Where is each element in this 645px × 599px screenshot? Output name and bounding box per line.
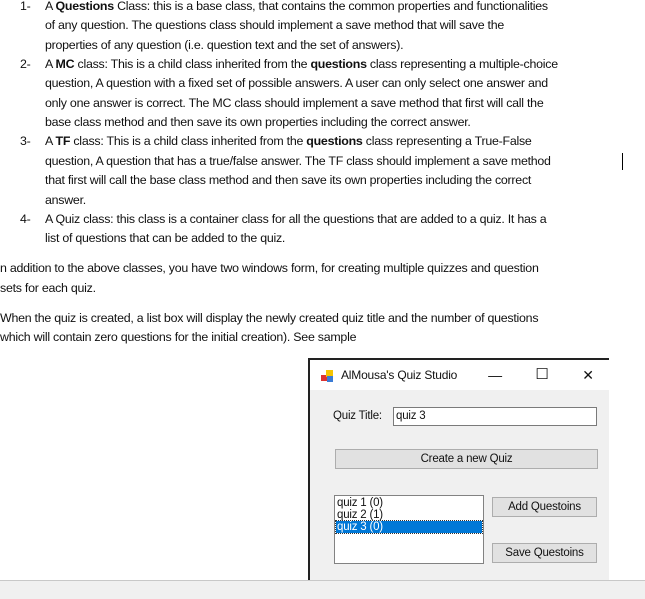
list-number: 1- <box>20 0 31 13</box>
list-item-line: of any question. The questions class sho… <box>45 16 504 35</box>
text: list of questions that can be added to t… <box>45 231 286 246</box>
bold-text: questions <box>306 134 363 149</box>
title-bar[interactable]: AlMousa's Quiz Studio — ☐ ✕ <box>310 360 609 390</box>
text: base class method and then save its own … <box>45 115 471 130</box>
list-number: 2- <box>20 57 31 72</box>
list-item-line: question, A question with a fixed set of… <box>45 74 548 93</box>
create-quiz-button[interactable]: Create a new Quiz <box>335 449 598 469</box>
paragraph-line: n addition to the above classes, you hav… <box>0 261 539 275</box>
text: question, A question with a fixed set of… <box>45 76 548 91</box>
list-item-line: A Quiz class: this class is a container … <box>45 210 547 229</box>
quiz-listbox[interactable]: quiz 1 (0) quiz 2 (1) quiz 3 (0) <box>334 495 484 564</box>
status-bar <box>0 580 645 599</box>
bold-text: questions <box>310 57 367 72</box>
text: that first will call the base class meth… <box>45 173 532 188</box>
list-item-line: A TF class: This is a child class inheri… <box>45 132 532 151</box>
quiz-list-item[interactable]: quiz 3 (0) <box>335 520 483 534</box>
text: answer. <box>45 192 86 207</box>
text: A Quiz class: this class is a container … <box>45 211 547 226</box>
window-title: AlMousa's Quiz Studio <box>341 368 458 382</box>
text: of any question. The questions class sho… <box>45 18 505 33</box>
minimize-button[interactable]: — <box>480 364 510 386</box>
maximize-button[interactable]: ☐ <box>527 364 557 386</box>
list-number: 4- <box>20 211 31 226</box>
text: only one answer is correct. The MC class… <box>45 95 544 110</box>
app-icon <box>321 370 333 382</box>
text: Class: this is a base class, that contai… <box>113 0 548 13</box>
list-item-line: answer. <box>45 191 86 210</box>
text: properties of any question (i.e. questio… <box>45 37 404 52</box>
list-item-line: A MC class: This is a child class inheri… <box>45 55 558 74</box>
close-button[interactable]: ✕ <box>573 364 603 386</box>
list-item-line: list of questions that can be added to t… <box>45 229 285 248</box>
list-item-line: properties of any question (i.e. questio… <box>45 36 404 55</box>
text: class representing a multiple-choice <box>366 57 558 72</box>
text: class: This is a child class inherited f… <box>70 134 307 149</box>
text: A <box>45 0 56 13</box>
list-item-line: base class method and then save its own … <box>45 113 471 132</box>
quiz-list-item[interactable]: quiz 2 (1) <box>336 509 482 521</box>
paragraph-line: sets for each quiz. <box>0 280 96 295</box>
paragraph-line: which will contain zero questions for th… <box>0 330 357 344</box>
quiz-studio-window: AlMousa's Quiz Studio — ☐ ✕ Quiz Title: … <box>308 358 609 580</box>
list-item-line: question, A question that has a true/fal… <box>45 152 551 171</box>
text-caret <box>622 153 623 170</box>
add-questions-button[interactable]: Add Questoins <box>492 497 597 517</box>
text: A <box>45 57 56 72</box>
list-number: 3- <box>20 134 31 149</box>
paragraph-line: When the quiz is created, a list box wil… <box>0 310 539 325</box>
list-item-line: A Questions Class: this is a base class,… <box>45 0 548 16</box>
quiz-list-item[interactable]: quiz 1 (0) <box>336 497 482 509</box>
quiz-title-input[interactable]: quiz 3 <box>393 407 597 426</box>
text: question, A question that has a true/fal… <box>45 153 551 168</box>
text: A <box>45 134 56 149</box>
save-questions-button[interactable]: Save Questoins <box>492 543 597 563</box>
text: class: This is a child class inherited f… <box>74 57 311 72</box>
bold-text: TF <box>55 134 71 149</box>
quiz-title-label: Quiz Title: <box>333 410 382 422</box>
list-item-line: that first will call the base class meth… <box>45 171 531 190</box>
bold-text: MC <box>55 57 75 72</box>
list-item-line: only one answer is correct. The MC class… <box>45 94 544 113</box>
text: class representing a True-False <box>362 134 532 149</box>
bold-text: Questions <box>55 0 115 13</box>
